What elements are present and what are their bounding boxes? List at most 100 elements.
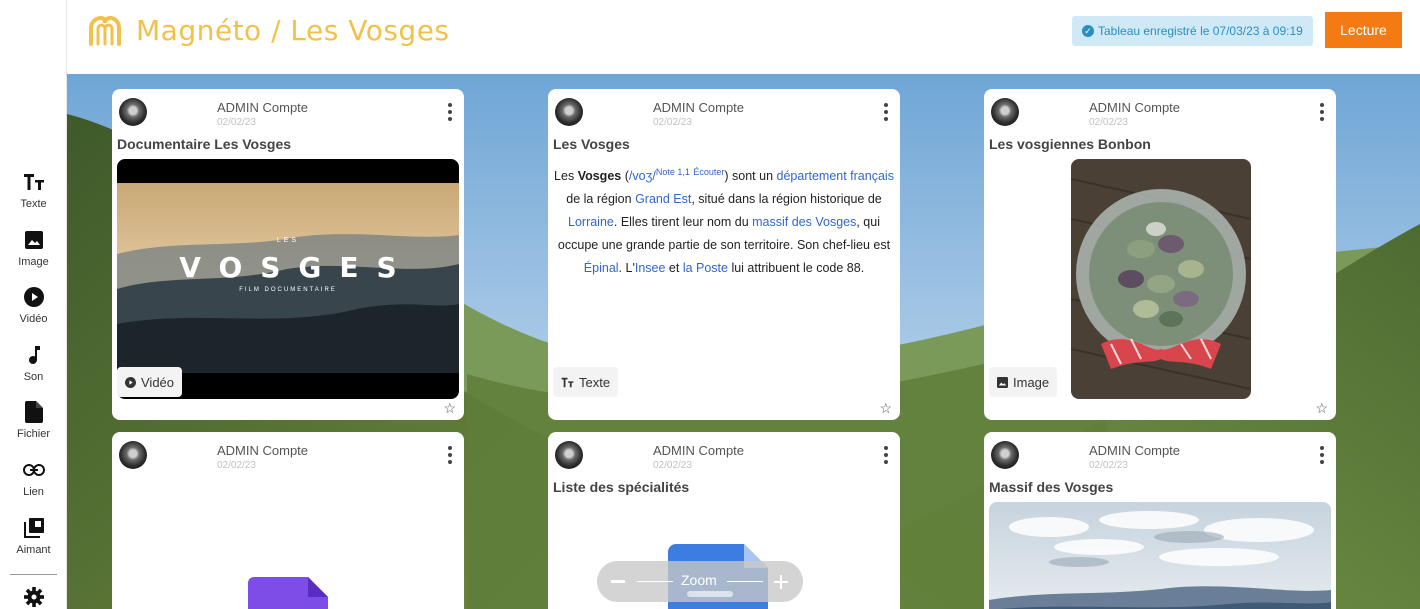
text-bold: Vosges [577, 169, 622, 184]
type-badge: Texte [553, 367, 619, 397]
card-title: Documentaire Les Vosges [117, 136, 292, 152]
card-title: Massif des Vosges [989, 479, 1114, 495]
avatar [119, 98, 147, 126]
zoom-track [637, 581, 673, 582]
top-bar: Magnéto / Les Vosges ✓ Tableau enregistr… [0, 0, 1420, 74]
link-la-poste[interactable]: la Poste [683, 261, 728, 275]
text-fragment: ( [621, 169, 629, 184]
check-circle-icon: ✓ [1082, 25, 1094, 37]
file-document-icon [248, 577, 328, 609]
avatar [991, 441, 1019, 469]
more-options-icon[interactable] [884, 103, 888, 121]
type-badge-label: Texte [579, 374, 611, 390]
card-author: ADMIN Compte [653, 100, 745, 115]
link-insee[interactable]: Insee [635, 261, 666, 275]
type-badge: Image [989, 367, 1058, 397]
play-circle-icon [125, 376, 136, 388]
avatar [555, 98, 583, 126]
app-logo[interactable]: Magnéto / Les Vosges [88, 14, 450, 47]
sidebar-item-video[interactable]: Vidéo [0, 285, 67, 325]
sidebar-item-label: Lien [23, 486, 44, 498]
card-massif[interactable]: ADMIN Compte 02/02/23 Massif des Vosges [984, 432, 1336, 609]
more-options-icon[interactable] [448, 446, 452, 464]
minus-icon [611, 580, 625, 583]
save-status-text: Tableau enregistré le 07/03/23 à 09:19 [1098, 24, 1303, 38]
sidebar-divider [10, 574, 57, 575]
sidebar-item-fichier[interactable]: Fichier [0, 400, 67, 440]
card-date: 02/02/23 [1089, 117, 1128, 128]
plus-icon-vertical [780, 575, 782, 589]
type-badge-label: Image [1013, 374, 1050, 390]
star-icon[interactable]: ☆ [879, 400, 892, 417]
card-title: Les Vosges [553, 136, 630, 152]
card-title: Liste des spécialités [553, 479, 690, 495]
page-title: Magnéto / Les Vosges [136, 14, 450, 47]
pronunciation-link[interactable]: /voʒ/ [629, 169, 656, 183]
link-lorraine[interactable]: Lorraine [568, 215, 614, 229]
video-player[interactable]: LES VOSGES FILM DOCUMENTAIRE [117, 159, 459, 399]
text-fragment: et [665, 261, 683, 276]
sidebar-item-son[interactable]: Son [0, 343, 67, 383]
music-note-icon [22, 343, 46, 367]
save-status-badge: ✓ Tableau enregistré le 07/03/23 à 09:19 [1072, 16, 1313, 46]
play-circle-icon [22, 285, 46, 309]
card-file[interactable]: ADMIN Compte 02/02/23 [112, 432, 464, 609]
zoom-track [727, 581, 763, 582]
more-options-icon[interactable] [1320, 446, 1324, 464]
sidebar-item-image[interactable]: Image [0, 228, 67, 268]
listen-link[interactable]: Écouter [693, 167, 724, 177]
avatar [119, 441, 147, 469]
note-link[interactable]: Note 1,1 [656, 167, 690, 177]
sidebar-item-aimant[interactable]: Aimant [0, 516, 67, 556]
zoom-in-button[interactable] [771, 573, 791, 591]
video-title-small: LES [276, 237, 300, 244]
zoom-label: Zoom [681, 572, 717, 588]
image-icon [997, 376, 1008, 388]
text-icon [22, 170, 46, 194]
star-icon[interactable]: ☆ [1315, 400, 1328, 417]
sidebar-item-lien[interactable]: Lien [0, 458, 67, 498]
card-text[interactable]: ADMIN Compte 02/02/23 Les Vosges Les Vos… [548, 89, 900, 420]
more-options-icon[interactable] [884, 446, 888, 464]
card-date: 02/02/23 [217, 117, 256, 128]
massif-image [989, 502, 1331, 609]
card-date: 02/02/23 [217, 460, 256, 471]
text-fragment: Les [554, 169, 578, 184]
sidebar-item-label: Son [23, 371, 44, 383]
link-grand-est[interactable]: Grand Est [635, 192, 691, 206]
play-board-button[interactable]: Lecture [1325, 12, 1402, 48]
sidebar-item-label: Texte [20, 198, 47, 210]
text-fragment: ) sont un [724, 169, 777, 184]
zoom-out-button[interactable] [609, 573, 629, 591]
avatar [991, 98, 1019, 126]
star-icon[interactable]: ☆ [443, 400, 456, 417]
link-massif[interactable]: massif des Vosges [752, 215, 856, 229]
sidebar-item-label: Aimant [16, 544, 51, 556]
video-title: VOSGES [179, 251, 415, 284]
sidebar-item-label: Vidéo [19, 313, 48, 325]
text-fragment: . Elles tirent leur nom du [613, 215, 753, 230]
link-departement[interactable]: département français [777, 169, 894, 183]
card-text-content: Les Vosges (/voʒ/Note 1,1 Écouter) sont … [553, 161, 895, 280]
card-video[interactable]: ADMIN Compte 02/02/23 Documentaire Les V… [112, 89, 464, 420]
card-date: 02/02/23 [653, 460, 692, 471]
zoom-slider-handle[interactable] [687, 591, 733, 597]
card-image[interactable]: ADMIN Compte 02/02/23 Les vosgiennes Bon… [984, 89, 1336, 420]
text-fragment: , situé dans la région historique de [691, 192, 882, 207]
card-author: ADMIN Compte [217, 100, 309, 115]
video-subtitle: FILM DOCUMENTAIRE [239, 287, 337, 293]
sidebar: Texte Image Vidéo Son Fichier Lien Aiman… [0, 0, 67, 609]
more-options-icon[interactable] [1320, 103, 1324, 121]
card-date: 02/02/23 [1089, 460, 1128, 471]
card-author: ADMIN Compte [1089, 100, 1181, 115]
settings-button[interactable] [0, 585, 67, 609]
link-epinal[interactable]: Épinal [584, 261, 619, 275]
card-title: Les vosgiennes Bonbon [989, 136, 1151, 152]
gear-icon [22, 585, 46, 609]
sidebar-item-texte[interactable]: Texte [0, 170, 67, 210]
text-fragment: lui attribuent le code 88. [727, 261, 865, 276]
card-date: 02/02/23 [653, 117, 692, 128]
type-badge: Vidéo [117, 367, 183, 397]
zoom-control: Zoom [597, 561, 803, 602]
more-options-icon[interactable] [448, 103, 452, 121]
